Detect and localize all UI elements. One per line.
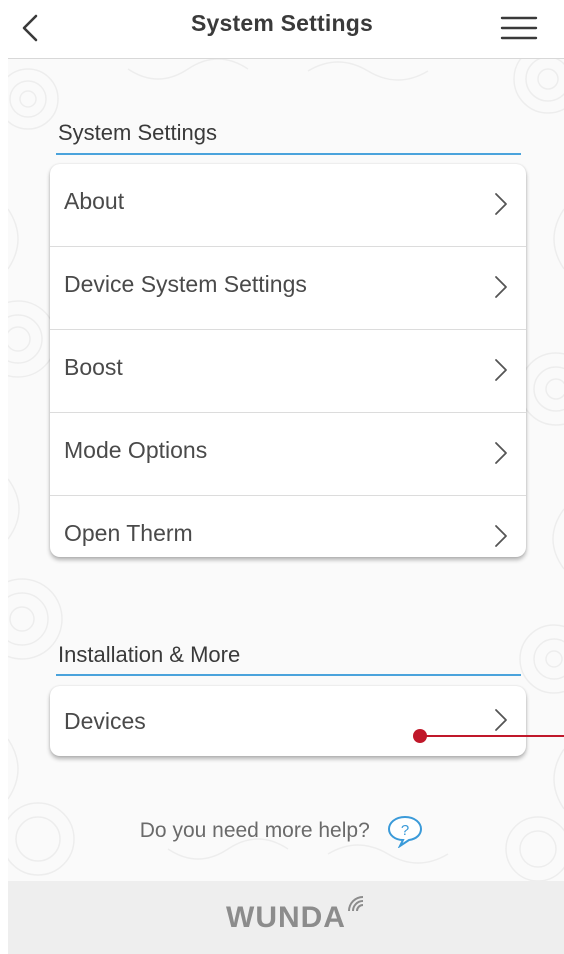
help-link[interactable]: Do you need more help? [140, 819, 370, 842]
annotation-pointer [413, 729, 564, 743]
question-bubble-icon[interactable]: ? [386, 814, 424, 848]
chevron-right-icon [495, 359, 507, 381]
list-item-boost[interactable]: Boost [50, 330, 526, 413]
section-underline [56, 674, 521, 676]
list-item-label: Mode Options [64, 437, 208, 463]
app-header: System Settings [0, 0, 564, 58]
chevron-right-icon [495, 276, 507, 298]
section-underline [56, 153, 521, 155]
wunda-logo: WUNDA [226, 901, 346, 934]
chevron-right-icon [495, 193, 507, 215]
list-item-open-therm[interactable]: Open Therm [50, 496, 526, 578]
list-item-device-system-settings[interactable]: Device System Settings [50, 247, 526, 330]
section-title-system-settings: System Settings [58, 120, 217, 145]
list-item-label: About [64, 188, 125, 214]
wifi-waves-icon [348, 896, 364, 912]
list-item-about[interactable]: About [50, 164, 526, 247]
chevron-right-icon [495, 525, 507, 547]
footer: WUNDA [8, 881, 564, 954]
chevron-right-icon [495, 442, 507, 464]
help-section: Do you need more help? ? [0, 814, 564, 848]
list-item-label: Devices [64, 708, 146, 734]
page-title: System Settings [191, 10, 373, 36]
list-item-label: Open Therm [64, 520, 193, 546]
list-item-label: Boost [64, 354, 123, 380]
system-settings-card: About Device System Settings Boost Mode … [50, 164, 526, 557]
section-title-installation: Installation & More [58, 642, 241, 667]
svg-text:?: ? [401, 822, 409, 839]
list-item-mode-options[interactable]: Mode Options [50, 413, 526, 496]
hamburger-menu-icon[interactable] [496, 10, 540, 46]
list-item-label: Device System Settings [64, 271, 307, 297]
